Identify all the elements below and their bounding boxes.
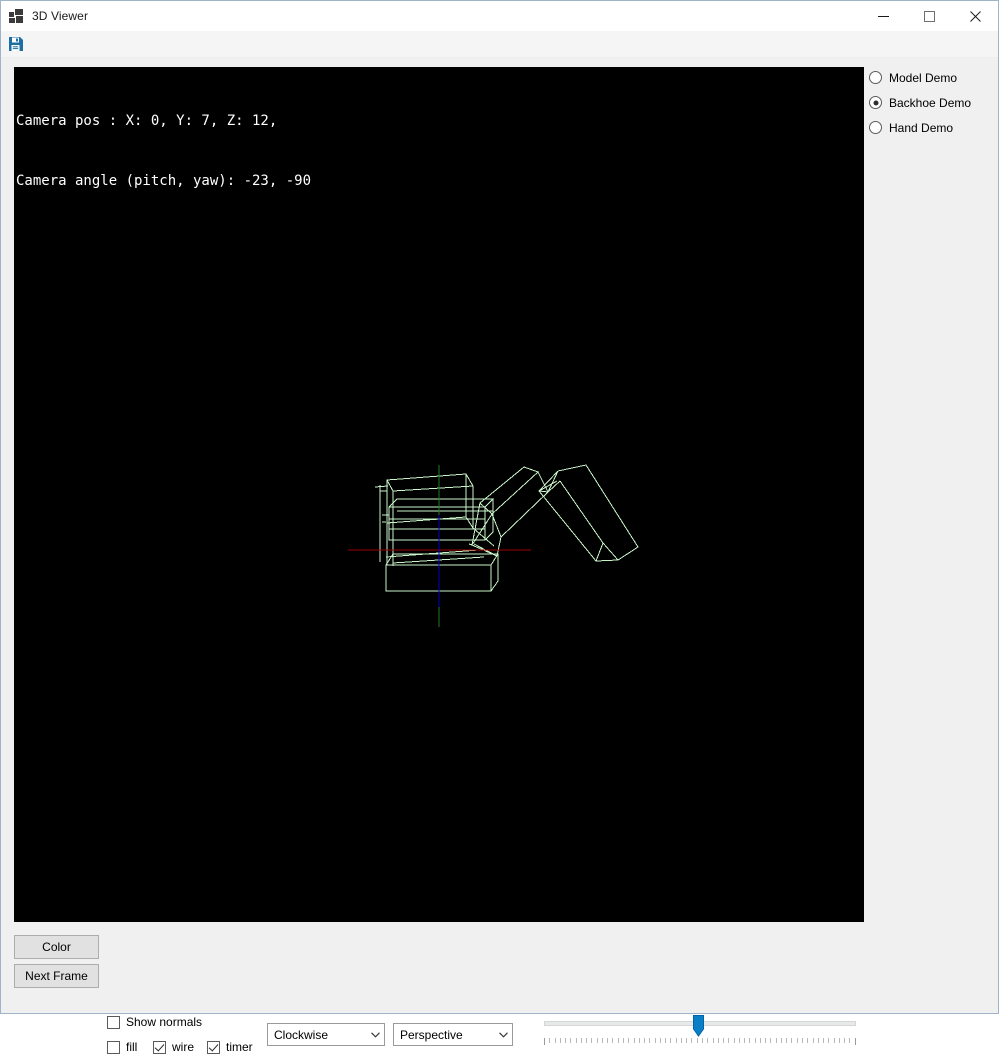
checkbox-label: wire bbox=[172, 1040, 195, 1054]
radio-label: Backhoe Demo bbox=[889, 95, 972, 110]
color-button[interactable]: Color bbox=[14, 935, 99, 959]
winding-combobox[interactable]: Clockwise bbox=[267, 1023, 385, 1046]
projection-combobox[interactable]: Perspective bbox=[393, 1023, 513, 1046]
radio-label: Hand Demo bbox=[889, 120, 954, 135]
app-window: 3D Viewer Camera pos: X: 0, Y: 7, Z: 12… bbox=[0, 0, 999, 1054]
slider-thumb[interactable] bbox=[693, 1015, 704, 1037]
render-viewport[interactable]: Camera pos : X: 0, Y: 7, Z: 12, Camera a… bbox=[14, 67, 864, 922]
maximize-button[interactable] bbox=[906, 1, 952, 31]
hud-camera-position: Camera pos : X: 0, Y: 7, Z: 12, bbox=[16, 113, 278, 129]
value-slider[interactable] bbox=[541, 1012, 859, 1048]
radio-backhoe-demo[interactable]: Backhoe Demo bbox=[869, 92, 989, 113]
radio-label: Model Demo bbox=[889, 70, 958, 85]
winding-combobox-value: Clockwise bbox=[274, 1027, 329, 1042]
toolbar bbox=[1, 31, 998, 58]
checkbox-timer[interactable]: timer bbox=[207, 1040, 253, 1054]
radio-hand-demo[interactable]: Hand Demo bbox=[869, 117, 989, 138]
checkbox-label: fill bbox=[126, 1040, 138, 1054]
camera-hud: Camera pos : X: 0, Y: 7, Z: 12, Camera a… bbox=[16, 71, 311, 231]
close-button[interactable] bbox=[952, 1, 998, 31]
window-title: 3D Viewer bbox=[32, 9, 89, 23]
save-floppy-icon bbox=[9, 37, 23, 51]
next-frame-button[interactable]: Next Frame bbox=[14, 964, 99, 988]
radio-model-demo[interactable]: Model Demo bbox=[869, 67, 989, 88]
checkbox-check-icon bbox=[207, 1040, 220, 1054]
status-bar bbox=[1, 1008, 998, 1013]
minimize-button[interactable] bbox=[860, 1, 906, 31]
slider-ticks bbox=[544, 1038, 856, 1045]
title-bar: 3D Viewer bbox=[1, 1, 998, 31]
hud-camera-angle: Camera angle (pitch, yaw): -23, -90 bbox=[16, 173, 312, 189]
checkbox-wire[interactable]: wire bbox=[153, 1040, 194, 1054]
radio-circle-icon bbox=[869, 71, 882, 84]
checkbox-fill[interactable]: fill bbox=[107, 1040, 137, 1054]
checkbox-check-icon bbox=[153, 1040, 166, 1054]
checkbox-box-icon bbox=[107, 1040, 120, 1054]
radio-circle-icon bbox=[869, 121, 882, 134]
client-area: Camera pos : X: 0, Y: 7, Z: 12, Camera a… bbox=[1, 58, 998, 1054]
save-button[interactable] bbox=[4, 32, 28, 56]
checkbox-label: Show normals bbox=[126, 1015, 203, 1029]
checkbox-box-icon bbox=[107, 1015, 120, 1029]
chevron-down-icon bbox=[495, 1031, 512, 1038]
checkbox-show-normals[interactable]: Show normals bbox=[107, 1015, 202, 1029]
radio-circle-selected-icon bbox=[869, 96, 882, 109]
checkbox-label: timer bbox=[226, 1040, 253, 1054]
chevron-down-icon bbox=[367, 1031, 384, 1038]
window-controls bbox=[860, 1, 998, 31]
demo-selector-group: Model Demo Backhoe Demo Hand Demo bbox=[869, 67, 989, 142]
app-tiles-icon bbox=[9, 8, 25, 24]
projection-combobox-value: Perspective bbox=[400, 1027, 463, 1042]
